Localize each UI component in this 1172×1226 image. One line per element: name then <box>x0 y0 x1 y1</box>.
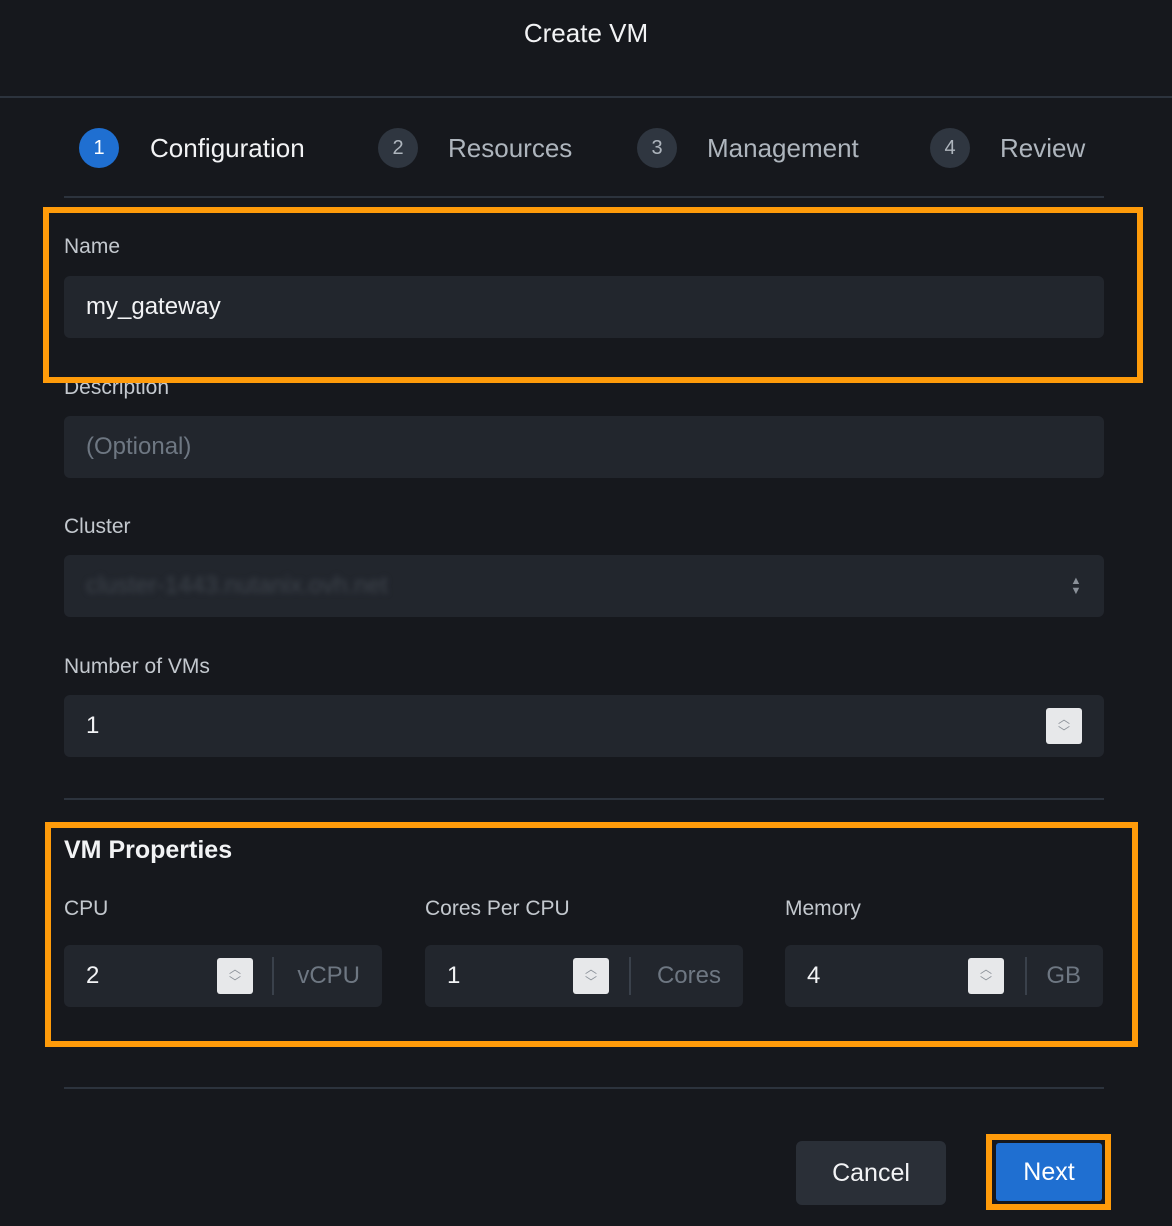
header-divider <box>0 96 1172 98</box>
steps-divider <box>64 196 1104 198</box>
step-resources-label[interactable]: Resources <box>448 130 572 166</box>
dialog-title: Create VM <box>523 18 649 48</box>
num-vms-value: 1 <box>86 712 100 739</box>
step-review-label[interactable]: Review <box>1000 130 1085 166</box>
form-divider <box>64 798 1104 800</box>
cluster-value: cluster-1443.nutanix.ovh.net <box>86 572 388 599</box>
vm-properties-highlight-box <box>45 822 1138 1047</box>
select-arrows-icon[interactable]: ▲ ▼ <box>1068 576 1084 597</box>
cluster-label: Cluster <box>64 515 131 538</box>
next-button-highlight-box <box>986 1134 1111 1210</box>
num-vms-input[interactable]: 1 <box>64 695 1104 757</box>
step-management-label[interactable]: Management <box>707 130 859 166</box>
footer-divider <box>64 1087 1104 1089</box>
step-configuration-label[interactable]: Configuration <box>150 130 305 166</box>
num-vms-label: Number of VMs <box>64 655 210 678</box>
step-4-number[interactable]: 4 <box>930 128 970 168</box>
name-highlight-box <box>43 207 1143 383</box>
num-vms-stepper-icon[interactable]: ︿ ﹀ <box>1046 708 1082 744</box>
cluster-select[interactable]: cluster-1443.nutanix.ovh.net <box>64 555 1104 617</box>
description-input[interactable]: (Optional) <box>64 416 1104 478</box>
step-3-number[interactable]: 3 <box>637 128 677 168</box>
cancel-button[interactable]: Cancel <box>796 1141 946 1205</box>
step-2-number[interactable]: 2 <box>378 128 418 168</box>
step-1-number[interactable]: 1 <box>79 128 119 168</box>
